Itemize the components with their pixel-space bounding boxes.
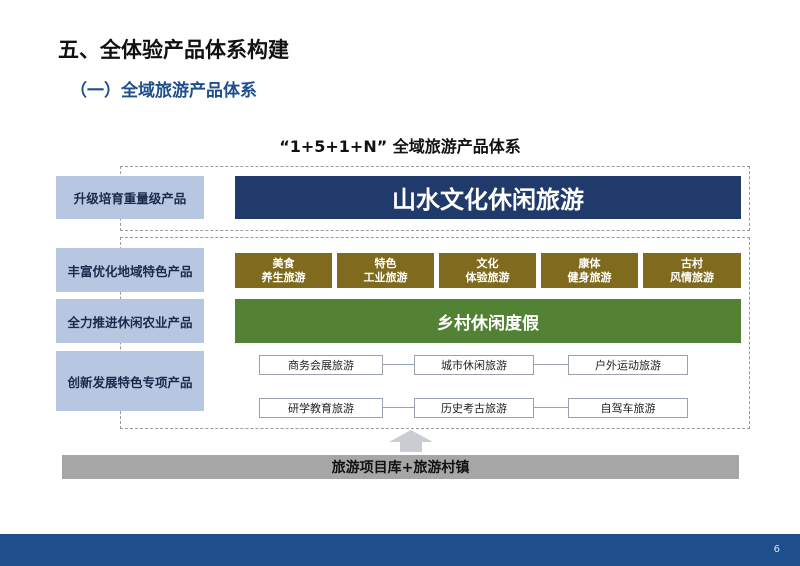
gold-box-culture-line1: 文化 [476, 256, 499, 270]
gold-box-fitness-line2: 健身旅游 [567, 270, 612, 284]
gold-box-culture: 文化 体验旅游 [439, 253, 536, 288]
gold-box-village: 古村 风情旅游 [643, 253, 741, 288]
up-arrow-icon [389, 430, 433, 452]
slide-subtitle: （一）全域旅游产品体系 [70, 81, 257, 101]
special-product-business: 商务会展旅游 [259, 355, 383, 375]
gold-box-food: 美食 养生旅游 [235, 253, 332, 288]
footer-bar [0, 534, 800, 566]
special-product-outdoor: 户外运动旅游 [568, 355, 688, 375]
gold-box-fitness: 康体 健身旅游 [541, 253, 638, 288]
gold-box-fitness-line1: 康体 [578, 256, 601, 270]
page-number: 6 [773, 544, 780, 555]
system-title: “1+5+1+N” 全域旅游产品体系 [279, 137, 521, 156]
special-product-history: 历史考古旅游 [414, 398, 534, 418]
label-agriculture-products: 全力推进休闲农业产品 [56, 299, 204, 343]
rural-leisure-banner-text: 乡村休闲度假 [437, 313, 539, 334]
special-product-selfdrive: 自驾车旅游 [568, 398, 688, 418]
special-product-study: 研学教育旅游 [259, 398, 383, 418]
landscape-culture-banner: 山水文化休闲旅游 [235, 176, 741, 219]
landscape-culture-banner-text: 山水文化休闲旅游 [392, 186, 584, 214]
gold-box-food-line1: 美食 [272, 256, 295, 270]
label-special-products: 创新发展特色专项产品 [56, 351, 204, 411]
gold-box-industry: 特色 工业旅游 [337, 253, 434, 288]
label-heavyweight-products: 升级培育重量级产品 [56, 176, 204, 219]
project-library-bar: 旅游项目库+旅游村镇 [62, 455, 739, 479]
gold-box-village-line1: 古村 [681, 256, 703, 270]
gold-box-village-line2: 风情旅游 [670, 270, 714, 284]
gold-box-industry-line1: 特色 [374, 256, 397, 270]
rural-leisure-banner: 乡村休闲度假 [235, 299, 741, 343]
gold-box-culture-line2: 体验旅游 [465, 270, 510, 284]
special-product-city-leisure: 城市休闲旅游 [414, 355, 534, 375]
gold-box-industry-line2: 工业旅游 [363, 270, 408, 284]
label-regional-products: 丰富优化地域特色产品 [56, 248, 204, 292]
gold-box-food-line2: 养生旅游 [261, 270, 306, 284]
slide-title: 五、全体验产品体系构建 [58, 38, 289, 62]
